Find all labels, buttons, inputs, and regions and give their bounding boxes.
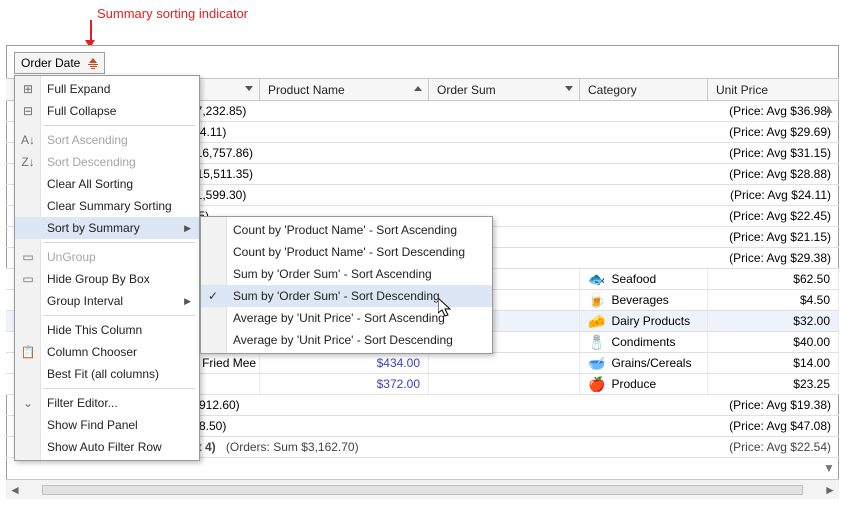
menu-item-ungroup: ▭UnGroup bbox=[15, 246, 199, 268]
menu-item-clear-all-sorting[interactable]: Clear All Sorting bbox=[15, 173, 199, 195]
scroll-left-button[interactable]: ◄ bbox=[6, 481, 24, 499]
submenu-arrow-icon: ▶ bbox=[184, 296, 191, 307]
scrollbar-track[interactable] bbox=[42, 485, 803, 495]
summary-sort-indicator-icon bbox=[88, 58, 98, 69]
sort-glyph-asc-icon bbox=[414, 86, 422, 91]
scroll-up-button[interactable]: ▲ bbox=[821, 102, 837, 116]
menu-item-show-auto-filter-row[interactable]: Show Auto Filter Row bbox=[15, 436, 199, 458]
submenu-item-avg-desc[interactable]: Average by 'Unit Price' - Sort Descendin… bbox=[201, 329, 492, 351]
annotation-summary-sorting: Summary sorting indicator bbox=[97, 6, 248, 21]
category-icon: 🧂 bbox=[588, 335, 605, 349]
group-chip-label: Order Date bbox=[21, 56, 80, 70]
menu-separator bbox=[43, 388, 195, 389]
column-header-product-name[interactable]: Product Name bbox=[260, 79, 429, 100]
submenu-item-avg-asc[interactable]: Average by 'Unit Price' - Sort Ascending bbox=[201, 307, 492, 329]
groupbox-icon: ▭ bbox=[19, 272, 37, 286]
menu-item-hide-this-column[interactable]: Hide This Column bbox=[15, 319, 199, 341]
collapse-icon: ⊟ bbox=[19, 104, 37, 118]
menu-separator bbox=[43, 242, 195, 243]
check-icon: ✓ bbox=[208, 289, 218, 303]
submenu-item-count-asc[interactable]: Count by 'Product Name' - Sort Ascending bbox=[201, 219, 492, 241]
category-icon: 🥣 bbox=[588, 356, 605, 370]
sort-glyph-desc-icon bbox=[245, 86, 253, 91]
menu-item-clear-summary-sorting[interactable]: Clear Summary Sorting bbox=[15, 195, 199, 217]
sort-desc-icon: Z↓ bbox=[19, 155, 37, 169]
sort-glyph-desc-icon bbox=[565, 86, 573, 91]
menu-item-column-chooser[interactable]: 📋Column Chooser bbox=[15, 341, 199, 363]
submenu-item-count-desc[interactable]: Count by 'Product Name' - Sort Descendin… bbox=[201, 241, 492, 263]
menu-item-full-expand[interactable]: ⊞Full Expand bbox=[15, 78, 199, 100]
column-header-order-sum[interactable]: Order Sum bbox=[429, 79, 580, 100]
submenu-arrow-icon: ▶ bbox=[184, 223, 191, 234]
group-price: (Price: Avg $36.98) bbox=[729, 104, 831, 118]
menu-item-full-collapse[interactable]: ⊟Full Collapse bbox=[15, 100, 199, 122]
column-header-unit-price[interactable]: Unit Price bbox=[708, 79, 839, 100]
horizontal-scrollbar[interactable]: ◄ ► bbox=[6, 479, 839, 499]
scroll-right-button[interactable]: ► bbox=[821, 481, 839, 499]
category-icon: 🐟 bbox=[588, 272, 605, 286]
menu-item-hide-group-by-box[interactable]: ▭Hide Group By Box bbox=[15, 268, 199, 290]
submenu-item-sum-desc[interactable]: ✓Sum by 'Order Sum' - Sort Descending bbox=[201, 285, 492, 307]
menu-item-sort-by-summary[interactable]: Sort by Summary▶ bbox=[15, 217, 199, 239]
ungroup-icon: ▭ bbox=[19, 250, 37, 264]
menu-separator bbox=[43, 315, 195, 316]
column-context-menu: ⊞Full Expand ⊟Full Collapse A↓Sort Ascen… bbox=[14, 75, 200, 461]
menu-item-show-find-panel[interactable]: Show Find Panel bbox=[15, 414, 199, 436]
column-header-category[interactable]: Category bbox=[580, 79, 708, 100]
menu-item-best-fit[interactable]: Best Fit (all columns) bbox=[15, 363, 199, 385]
menu-item-sort-descending: Z↓Sort Descending bbox=[15, 151, 199, 173]
expand-icon: ⊞ bbox=[19, 82, 37, 96]
menu-item-group-interval[interactable]: Group Interval▶ bbox=[15, 290, 199, 312]
column-chooser-icon: 📋 bbox=[19, 345, 37, 359]
menu-separator bbox=[43, 125, 195, 126]
menu-item-filter-editor[interactable]: ⌄Filter Editor... bbox=[15, 392, 199, 414]
category-icon: 🧀 bbox=[588, 314, 605, 328]
menu-item-sort-ascending: A↓Sort Ascending bbox=[15, 129, 199, 151]
sort-by-summary-submenu: Count by 'Product Name' - Sort Ascending… bbox=[200, 216, 493, 354]
submenu-item-sum-asc[interactable]: Sum by 'Order Sum' - Sort Ascending bbox=[201, 263, 492, 285]
sort-asc-icon: A↓ bbox=[19, 133, 37, 147]
category-icon: 🍺 bbox=[588, 293, 605, 307]
group-panel-chip-order-date[interactable]: Order Date bbox=[14, 52, 105, 74]
scroll-down-button[interactable]: ▼ bbox=[821, 461, 837, 475]
category-icon: 🍎 bbox=[588, 377, 605, 391]
filter-icon: ⌄ bbox=[19, 396, 37, 410]
annotation-arrow-line bbox=[90, 20, 92, 42]
